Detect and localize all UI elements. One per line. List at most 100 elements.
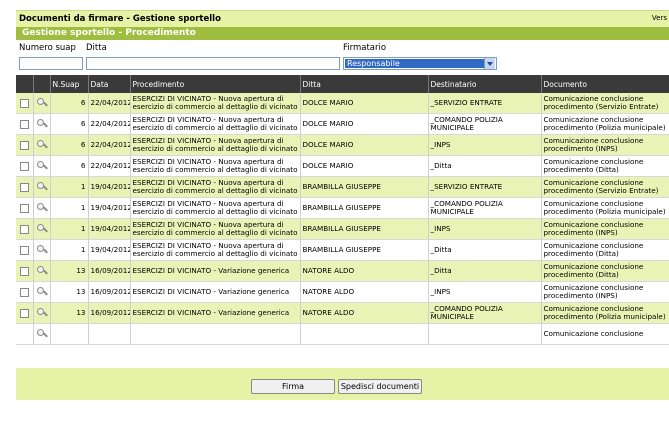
row-select-cell xyxy=(16,176,34,198)
spedisci-documenti-button[interactable]: Spedisci documenti xyxy=(338,379,422,394)
row-view-cell xyxy=(33,281,51,303)
cell-documento: Comunicazione conclusione procedimento (… xyxy=(541,93,669,114)
cell-ditta: BRAMBILLA GIUSEPPE xyxy=(300,239,429,261)
firmatario-select[interactable]: Responsabile xyxy=(343,57,497,70)
cell-destinatario: _COMANDO POLIZIA MUNICIPALE xyxy=(428,197,542,219)
cell-nsuap: 1 xyxy=(50,218,89,240)
filter-panel: Numero suap Ditta Firmatario Responsabil… xyxy=(16,40,669,75)
section-header: Gestione sportello - Procedimento xyxy=(16,27,669,40)
cell-data: 22/04/2012 xyxy=(88,134,131,156)
row-checkbox[interactable] xyxy=(19,224,29,234)
row-select-cell xyxy=(16,113,34,135)
table-row[interactable]: 1 19/04/2012 ESERCIZI DI VICINATO - Nuova … xyxy=(16,239,669,261)
row-checkbox[interactable] xyxy=(19,98,29,108)
row-select-cell xyxy=(16,323,34,345)
magnifier-icon[interactable] xyxy=(36,265,48,277)
col-documento-header[interactable]: Documento xyxy=(541,75,669,93)
row-checkbox[interactable] xyxy=(19,266,29,276)
cell-nsuap: 13 xyxy=(50,281,89,303)
magnifier-icon[interactable] xyxy=(36,244,48,256)
cell-data: 16/09/2012 xyxy=(88,260,131,282)
cell-data xyxy=(88,323,131,345)
action-bar: Firma Spedisci documenti xyxy=(16,368,669,400)
table-row[interactable]: 6 22/04/2012 ESERCIZI DI VICINATO - Nuova … xyxy=(16,155,669,177)
row-view-cell xyxy=(33,323,51,345)
documents-grid: N.Suap Data Procedimento Ditta Destinata… xyxy=(16,75,669,368)
cell-data: 19/04/2012 xyxy=(88,176,131,198)
cell-ditta: BRAMBILLA GIUSEPPE xyxy=(300,176,429,198)
cell-destinatario: _SERVIZIO ENTRATE xyxy=(428,176,542,198)
cell-procedimento xyxy=(130,323,301,345)
cell-data: 22/04/2012 xyxy=(88,113,131,135)
row-select-cell xyxy=(16,134,34,156)
table-row[interactable]: 6 22/04/2012 ESERCIZI DI VICINATO - Nuova … xyxy=(16,134,669,156)
magnifier-icon[interactable] xyxy=(36,160,48,172)
row-checkbox[interactable] xyxy=(19,140,29,150)
col-view-header xyxy=(33,75,51,93)
cell-documento: Comunicazione conclusione procedimento (… xyxy=(541,302,669,324)
cell-nsuap: 6 xyxy=(50,155,89,177)
magnifier-icon[interactable] xyxy=(36,139,48,151)
cell-documento: Comunicazione conclusione procedimento (… xyxy=(541,197,669,219)
table-row[interactable]: 1 19/04/2012 ESERCIZI DI VICINATO - Nuova … xyxy=(16,197,669,219)
cell-procedimento: ESERCIZI DI VICINATO - Nuova apertura di… xyxy=(130,93,301,114)
magnifier-icon[interactable] xyxy=(36,307,48,319)
row-select-cell xyxy=(16,93,34,114)
row-checkbox[interactable] xyxy=(19,161,29,171)
row-checkbox[interactable] xyxy=(19,182,29,192)
magnifier-icon[interactable] xyxy=(36,202,48,214)
cell-documento: Comunicazione conclusione procedimento (… xyxy=(541,239,669,261)
cell-data: 16/09/2012 xyxy=(88,281,131,303)
table-row[interactable]: 1 19/04/2012 ESERCIZI DI VICINATO - Nuova … xyxy=(16,176,669,198)
table-row[interactable]: 13 16/09/2012 ESERCIZI DI VICINATO - Varia… xyxy=(16,302,669,324)
cell-documento: Comunicazione conclusione procedimento (… xyxy=(541,113,669,135)
magnifier-icon[interactable] xyxy=(36,286,48,298)
version-label: Vers xyxy=(651,14,667,22)
row-select-cell xyxy=(16,281,34,303)
numero-suap-label: Numero suap xyxy=(19,43,76,53)
table-row[interactable]: 1 19/04/2012 ESERCIZI DI VICINATO - Nuova … xyxy=(16,218,669,240)
col-data-header[interactable]: Data xyxy=(88,75,131,93)
table-row[interactable]: 6 22/04/2012 ESERCIZI DI VICINATO - Nuova … xyxy=(16,113,669,135)
table-row[interactable]: 13 16/09/2012 ESERCIZI DI VICINATO - Varia… xyxy=(16,281,669,303)
cell-ditta: BRAMBILLA GIUSEPPE xyxy=(300,218,429,240)
row-select-cell xyxy=(16,197,34,219)
cell-ditta: NATORE ALDO xyxy=(300,281,429,303)
row-view-cell xyxy=(33,260,51,282)
cell-procedimento: ESERCIZI DI VICINATO - Variazione generi… xyxy=(130,281,301,303)
row-checkbox[interactable] xyxy=(19,245,29,255)
magnifier-icon[interactable] xyxy=(36,328,48,340)
documents-table: N.Suap Data Procedimento Ditta Destinata… xyxy=(16,75,669,345)
table-row[interactable]: Comunicazione conclusione xyxy=(16,323,669,345)
cell-documento: Comunicazione conclusione xyxy=(541,323,669,345)
cell-ditta: DOLCE MARIO xyxy=(300,113,429,135)
row-view-cell xyxy=(33,155,51,177)
magnifier-icon[interactable] xyxy=(36,118,48,130)
cell-procedimento: ESERCIZI DI VICINATO - Variazione generi… xyxy=(130,260,301,282)
row-select-cell xyxy=(16,218,34,240)
cell-documento: Comunicazione conclusione procedimento (… xyxy=(541,260,669,282)
cell-destinatario: _Ditta xyxy=(428,155,542,177)
cell-data: 22/04/2012 xyxy=(88,155,131,177)
table-row[interactable]: 13 16/09/2012 ESERCIZI DI VICINATO - Varia… xyxy=(16,260,669,282)
magnifier-icon[interactable] xyxy=(36,97,48,109)
cell-nsuap: 6 xyxy=(50,93,89,114)
col-destinatario-header[interactable]: Destinatario xyxy=(428,75,542,93)
col-nsuap-header[interactable]: N.Suap xyxy=(50,75,89,93)
col-procedimento-header[interactable]: Procedimento xyxy=(130,75,301,93)
ditta-input[interactable] xyxy=(86,57,340,70)
row-checkbox[interactable] xyxy=(19,203,29,213)
firma-button[interactable]: Firma xyxy=(251,379,335,394)
row-checkbox[interactable] xyxy=(19,308,29,318)
row-checkbox[interactable] xyxy=(19,119,29,129)
row-checkbox[interactable] xyxy=(19,287,29,297)
magnifier-icon[interactable] xyxy=(36,181,48,193)
magnifier-icon[interactable] xyxy=(36,223,48,235)
cell-documento: Comunicazione conclusione procedimento (… xyxy=(541,155,669,177)
numero-suap-input[interactable] xyxy=(19,57,83,70)
chevron-down-icon[interactable] xyxy=(484,58,495,69)
table-row[interactable]: 6 22/04/2012 ESERCIZI DI VICINATO - Nuova … xyxy=(16,93,669,114)
col-ditta-header[interactable]: Ditta xyxy=(300,75,429,93)
cell-procedimento: ESERCIZI DI VICINATO - Nuova apertura di… xyxy=(130,113,301,135)
row-view-cell xyxy=(33,302,51,324)
